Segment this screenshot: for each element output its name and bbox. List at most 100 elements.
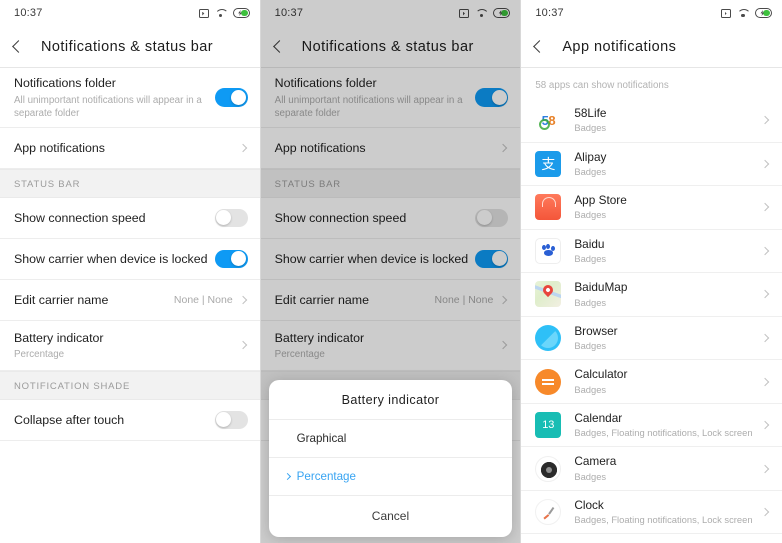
dialog-option-percentage[interactable]: Percentage [268,458,513,496]
app-icon-camera [535,455,562,482]
toggle-collapse-after-touch[interactable] [214,410,248,430]
toggle-knob [216,412,232,428]
bolt-icon [238,10,242,17]
clock-minute-hand [544,514,550,520]
row-show-carrier-when-locked[interactable]: Show carrier when device is locked [0,238,260,280]
list-item[interactable]: Baidu Badges [521,229,782,274]
app-name: Calendar [574,410,623,425]
back-chevron-icon[interactable] [533,40,547,53]
app-icon-browser [535,325,562,351]
list-item[interactable]: 支 Alipay Badges [521,142,782,187]
back-chevron-icon[interactable] [12,40,25,53]
app-text: Calendar Badges, Floating notifications,… [574,411,762,440]
app-icon-baidu [535,237,562,264]
chevron-right-icon [238,341,247,350]
list-item[interactable]: Compass Badges [521,534,782,543]
chevron-right-icon [238,143,247,153]
app-name: 58Life [574,106,607,120]
list-caption: 58 apps can show notifications [521,68,782,99]
toggle-show-carrier-when-locked[interactable] [214,249,248,269]
app-subtitle: Badges [574,165,607,177]
app-text: Clock Badges, Floating notifications, Lo… [574,498,762,527]
dialog-option-graphical[interactable]: Graphical [268,420,513,458]
app-name: Browser [574,323,618,338]
selected-chevron-icon [283,472,291,481]
app-icon-baidumap [535,281,562,308]
wifi-icon [737,9,749,18]
row-title: Collapse after touch [14,412,125,427]
row-text: Edit carrier name [14,292,174,309]
dialog-title: Battery indicator [268,380,513,420]
silent-icon [720,8,731,18]
toggle-knob [216,210,232,226]
row-show-connection-speed[interactable]: Show connection speed [0,197,260,239]
app-name: Alipay [574,149,607,164]
status-bar-time: 10:37 [14,7,43,19]
app-bar: App notifications [521,26,782,68]
settings-list: Notifications folder All unimportant not… [0,68,260,543]
status-bar-icons [198,8,250,18]
app-icon-58life: 58 [535,107,562,134]
silent-icon [198,8,209,18]
app-text: Calculator Badges [574,367,762,396]
section-header-notification-shade: NOTIFICATION SHADE [0,370,260,400]
row-edit-carrier-name[interactable]: Edit carrier name None | None [0,279,260,321]
app-text: Camera Badges [574,454,762,483]
row-title: Battery indicator [14,330,104,345]
row-app-notifications[interactable]: App notifications [0,127,260,169]
chevron-right-icon [760,507,770,517]
battery-charging-icon [754,8,772,18]
chevron-right-icon [760,377,770,386]
row-subtitle: Percentage [14,349,65,361]
bolt-icon [760,10,765,17]
chevron-right-icon [760,290,770,299]
app-name: Camera [574,454,617,469]
list-item[interactable]: 58 58Life Badges [521,99,782,143]
list-item[interactable]: Browser Badges [521,316,782,361]
chevron-right-icon [760,464,770,473]
row-battery-indicator[interactable]: Battery indicator Percentage [0,320,260,371]
row-subtitle: All unimportant notifications will appea… [14,94,202,119]
row-collapse-after-touch[interactable]: Collapse after touch [0,399,260,441]
list-item[interactable]: Clock Badges, Floating notifications, Lo… [521,490,782,535]
app-text: BaiduMap Badges [574,280,762,309]
chevron-right-icon [760,246,770,256]
app-icon-clock [535,499,562,526]
toggle-notifications-folder[interactable] [214,88,248,107]
row-text: Battery indicator Percentage [14,330,240,362]
app-icon-appstore [535,194,562,221]
chevron-right-icon [760,333,770,343]
app-name: App Store [574,193,627,208]
map-pin-icon [541,283,556,298]
panel-notifications-status-bar: 10:37 Notifications & status bar Notific… [0,0,261,543]
dialog-option-label: Graphical [296,432,347,445]
dialog-cancel-button[interactable]: Cancel [269,496,513,537]
app-subtitle: Badges [574,470,607,482]
list-item[interactable]: App Store Badges [521,186,782,230]
list-item[interactable]: BaiduMap Badges [521,273,782,317]
row-notifications-folder[interactable]: Notifications folder All unimportant not… [0,68,260,128]
status-bar: 10:37 [0,0,260,26]
panel-app-notifications: 10:37 App notifications 58 apps can show… [521,0,782,543]
toggle-show-connection-speed[interactable] [214,208,248,228]
app-notifications-list: 58 apps can show notifications 58 58Life… [521,68,782,543]
app-icon-alipay: 支 [535,150,562,177]
row-title: Notifications folder [14,76,116,90]
panel-battery-indicator-dialog: 10:37 Notifications & status bar Notific… [260,0,522,543]
list-item[interactable]: 13 Calendar Badges, Floating notificatio… [521,403,782,448]
status-bar-icons [720,8,772,18]
list-item[interactable]: Camera Badges [521,447,782,491]
chevron-right-icon [238,295,247,305]
chevron-right-icon [760,116,770,125]
battery-charging-icon [232,8,250,18]
row-text: Collapse after touch [14,412,215,429]
app-icon-calendar: 13 [535,412,562,439]
status-bar-time: 10:37 [535,7,564,19]
list-item[interactable]: Calculator Badges [521,360,782,404]
row-title: Show carrier when device is locked [14,251,208,266]
app-subtitle: Badges, Floating notifications, Lock scr… [574,427,753,439]
app-subtitle: Badges [574,340,607,352]
row-text: Notifications folder All unimportant not… [14,75,215,120]
status-bar: 10:37 [521,0,782,26]
chevron-right-icon [760,203,770,212]
